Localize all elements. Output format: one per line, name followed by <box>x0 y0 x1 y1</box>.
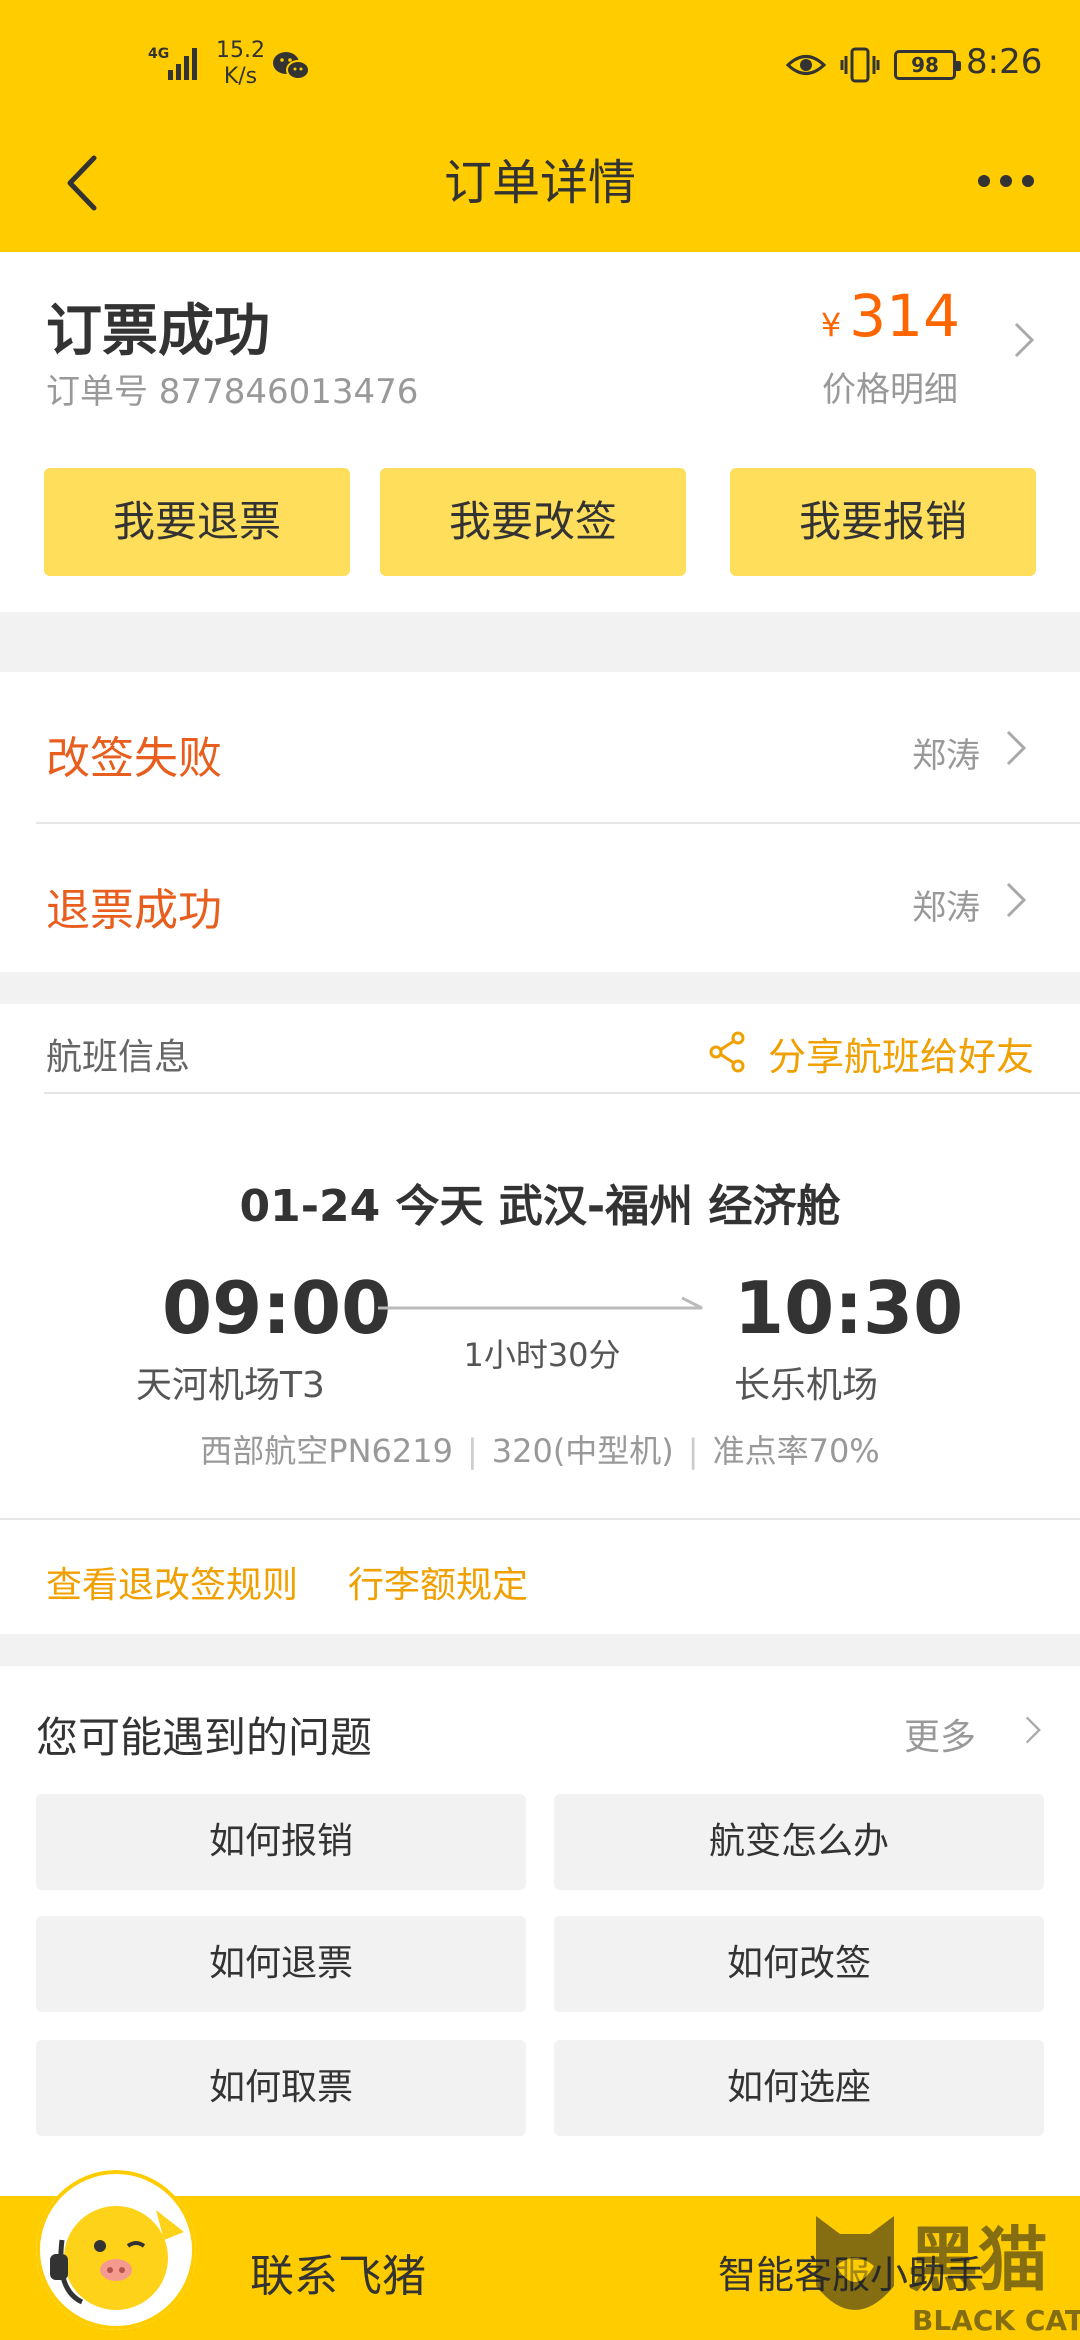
passenger-name: 郑涛 <box>912 736 980 776</box>
watermark-subtext: BLACK CAT <box>912 2304 1080 2337</box>
flight-duration: 1小时30分 <box>463 1336 621 1374</box>
chevron-right-icon <box>1006 730 1027 766</box>
black-cat-watermark: 黑猫 BLACK CAT <box>816 2216 1080 2337</box>
eye-comfort-icon <box>786 55 826 75</box>
departure-airport: 天河机场T3 <box>136 1365 325 1406</box>
signal-icon: 4G <box>148 46 197 80</box>
watermark-text: 黑猫 <box>908 2219 1048 2301</box>
faq-item[interactable]: 如何报销 <box>36 1794 526 1890</box>
change-status-label: 改签失败 <box>46 733 222 784</box>
order-price[interactable]: ¥314 <box>821 282 960 350</box>
separator: | <box>466 1432 478 1470</box>
faq-more-link[interactable]: 更多 <box>904 1708 976 1760</box>
departure-time: 09:00 <box>162 1266 392 1350</box>
change-row-refund[interactable]: 退票成功 郑涛 <box>36 824 1080 974</box>
price-value: 314 <box>849 282 960 350</box>
punctuality-rate: 准点率70% <box>712 1432 880 1470</box>
speed-value: 15.2 <box>216 38 265 63</box>
speed-unit: K/s <box>223 64 258 89</box>
status-time: 8:26 <box>966 42 1043 82</box>
divider <box>44 1092 1080 1094</box>
page-title: 订单详情 <box>443 155 636 211</box>
reimburse-button[interactable]: 我要报销 <box>730 468 1036 576</box>
arrival-time: 10:30 <box>734 1266 964 1350</box>
change-status-card: 改签失败 郑涛 退票成功 郑涛 <box>0 672 1080 972</box>
faq-item[interactable]: 航变怎么办 <box>554 1794 1044 1890</box>
chevron-right-icon <box>1006 882 1027 918</box>
flight-arrow-icon <box>378 1296 703 1310</box>
passenger-name: 郑涛 <box>912 888 980 928</box>
rebook-button[interactable]: 我要改签 <box>380 468 686 576</box>
faq-card: 您可能遇到的问题 更多 如何报销 航变怎么办 如何退票 如何改签 如何取票 如何… <box>0 1666 1080 2196</box>
flight-info-card: 航班信息 分享航班给好友 01-24 今天 武汉-福州 经济舱 09:00 10… <box>0 1004 1080 1634</box>
more-icon[interactable] <box>976 166 1036 196</box>
change-status-label: 退票成功 <box>46 885 222 936</box>
faq-item[interactable]: 如何取票 <box>36 2040 526 2136</box>
currency-symbol: ¥ <box>820 306 842 344</box>
faq-item[interactable]: 如何改签 <box>554 1916 1044 2012</box>
order-status: 订票成功 <box>46 299 270 364</box>
price-detail-link[interactable]: 价格明细 <box>822 362 958 411</box>
arrival-airport: 长乐机场 <box>734 1365 879 1406</box>
share-flight-link[interactable]: 分享航班给好友 <box>768 1026 1034 1081</box>
airline-flight-no: 西部航空PN6219 <box>200 1432 453 1470</box>
faq-title: 您可能遇到的问题 <box>36 1713 373 1762</box>
status-bar: 4G 15.2 K/s 98 8:26 <box>0 0 1080 130</box>
vibrate-icon <box>840 47 880 83</box>
network-type: 4G <box>148 46 169 62</box>
refund-rules-link[interactable]: 查看退改签规则 <box>46 1556 298 1608</box>
network-speed: 15.2 K/s <box>216 38 265 90</box>
separator: | <box>687 1432 699 1470</box>
order-summary-card: 订票成功 订单号 877846013476 ¥314 价格明细 我要退票 我要改… <box>0 252 1080 612</box>
wechat-icon <box>273 52 310 80</box>
flight-meta: 西部航空PN6219 | 320(中型机) | 准点率70% <box>0 1426 1080 1472</box>
change-row-rebook[interactable]: 改签失败 郑涛 <box>36 672 1080 822</box>
bottom-service-bar[interactable]: 联系飞猪 智能客服小助手 黑猫 BLACK CAT <box>0 2170 1080 2340</box>
refund-button[interactable]: 我要退票 <box>44 468 350 576</box>
top-bar: 4G 15.2 K/s 98 8:26 订单详情 <box>0 0 1080 252</box>
chevron-right-icon[interactable] <box>1010 318 1038 362</box>
fliggy-mascot-avatar[interactable] <box>36 2170 196 2330</box>
order-number: 订单号 877846013476 <box>46 372 419 412</box>
battery-indicator: 98 <box>894 50 961 80</box>
flight-links: 查看退改签规则 行李额规定 <box>0 1518 1080 1634</box>
baggage-rules-link[interactable]: 行李额规定 <box>348 1556 528 1608</box>
contact-fliggy-button[interactable]: 联系飞猪 <box>250 2240 426 2304</box>
flight-info-label: 航班信息 <box>46 1037 191 1078</box>
flight-route: 01-24 今天 武汉-福州 经济舱 <box>239 1181 841 1232</box>
share-icon[interactable] <box>708 1030 748 1074</box>
faq-item[interactable]: 如何选座 <box>554 2040 1044 2136</box>
chevron-right-icon[interactable] <box>1022 1712 1044 1748</box>
aircraft-type: 320(中型机) <box>491 1432 674 1470</box>
faq-item[interactable]: 如何退票 <box>36 1916 526 2012</box>
